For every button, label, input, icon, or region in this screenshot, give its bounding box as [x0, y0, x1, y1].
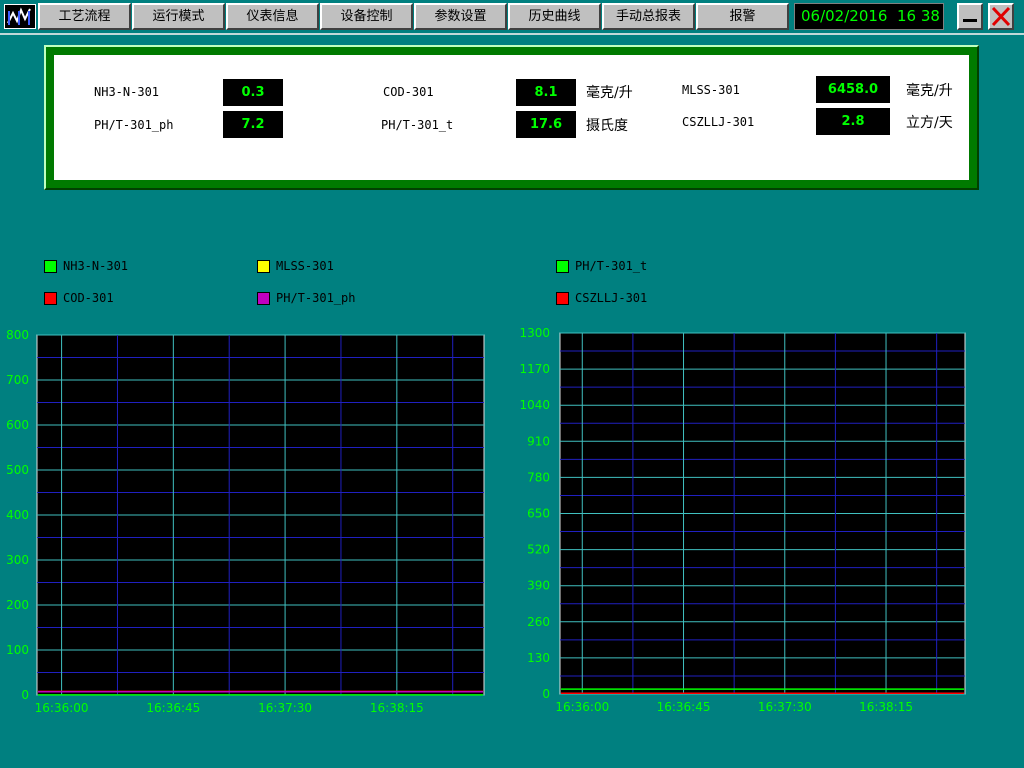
legend-label: CSZLLJ-301	[575, 291, 648, 305]
legend-item: NH3-N-301	[44, 259, 128, 273]
reading-value: 2.8	[816, 108, 890, 135]
y-tick-label: 400	[6, 508, 29, 522]
toolbar-divider	[0, 33, 1024, 35]
top-toolbar: 工艺流程 运行模式 仪表信息 设备控制 参数设置 历史曲线 手动总报表 报警 0…	[0, 0, 1024, 34]
x-tick-label: 16:38:15	[370, 701, 424, 715]
legend-swatch	[556, 291, 569, 305]
legend-label: PH/T-301_t	[575, 259, 648, 273]
legend-item: CSZLLJ-301	[556, 291, 647, 305]
y-tick-label: 600	[6, 418, 29, 432]
legend-swatch	[44, 259, 57, 273]
legend-item: PH/T-301_t	[556, 259, 647, 273]
reading-label: MLSS-301	[682, 83, 740, 97]
legend-label: COD-301	[63, 291, 114, 305]
reading-label: CSZLLJ-301	[682, 115, 755, 129]
y-tick-label: 700	[6, 373, 29, 387]
menu-process-flow[interactable]: 工艺流程	[38, 3, 131, 30]
reading-unit: 毫克/升	[906, 83, 953, 99]
legend-swatch	[257, 291, 270, 305]
reading-unit: 立方/天	[906, 115, 953, 131]
y-tick-label: 1300	[519, 326, 550, 340]
y-tick-label: 100	[6, 643, 29, 657]
legend-label: PH/T-301_ph	[276, 291, 356, 305]
x-tick-label: 16:36:00	[35, 701, 89, 715]
legend-label: NH3-N-301	[63, 259, 129, 273]
reading-label: NH3-N-301	[94, 85, 160, 99]
clock-date: 06/02/2016	[801, 7, 888, 25]
menu-param-settings[interactable]: 参数设置	[414, 3, 507, 30]
y-tick-label: 130	[527, 651, 550, 665]
y-tick-label: 800	[6, 328, 29, 342]
y-tick-label: 1170	[519, 362, 550, 376]
legend-label: MLSS-301	[276, 259, 334, 273]
reading-value: 0.3	[223, 79, 283, 106]
y-tick-label: 260	[527, 615, 550, 629]
minimize-button[interactable]	[957, 3, 983, 30]
trend-chart-left[interactable]: 0 100 200 300 400 500 600 700 800 16:36:00 16:36:4…	[0, 325, 500, 725]
y-tick-label: 0	[542, 687, 550, 701]
y-tick-label: 300	[6, 553, 29, 567]
y-tick-label: 390	[527, 579, 550, 593]
y-tick-label: 650	[527, 507, 550, 521]
x-tick-label: 16:37:30	[258, 701, 312, 715]
reading-label: PH/T-301_t	[381, 118, 454, 132]
legend-item: MLSS-301	[257, 259, 334, 273]
close-icon	[991, 6, 1011, 27]
x-tick-label: 16:36:45	[657, 700, 711, 714]
y-tick-label: 780	[527, 470, 550, 484]
menu-run-mode[interactable]: 运行模式	[132, 3, 225, 30]
trend-chart-right[interactable]: 0 130 260 390 520 650 780 910 1040 1170 1300 16:36:…	[510, 325, 980, 725]
menu-manual-report[interactable]: 手动总报表	[602, 3, 695, 30]
y-tick-label: 1040	[519, 398, 550, 412]
y-tick-label: 910	[527, 434, 550, 448]
reading-label: PH/T-301_ph	[94, 118, 174, 132]
legend-swatch	[44, 291, 57, 305]
close-button[interactable]	[988, 3, 1014, 30]
x-tick-label: 16:36:00	[555, 700, 609, 714]
readings-panel: NH3-N-301 0.3 PH/T-301_ph 7.2 COD-301 8.…	[44, 45, 979, 190]
legend-swatch	[556, 259, 569, 273]
legend-item: COD-301	[44, 291, 114, 305]
menu-alarm[interactable]: 报警	[696, 3, 789, 30]
chart-logo-icon[interactable]	[4, 4, 36, 29]
x-tick-label: 16:37:30	[758, 700, 812, 714]
legend-item: PH/T-301_ph	[257, 291, 355, 305]
date-time-display: 06/02/2016 16 38	[794, 3, 944, 30]
reading-value: 6458.0	[816, 76, 890, 103]
y-tick-label: 200	[6, 598, 29, 612]
reading-label: COD-301	[383, 85, 434, 99]
x-tick-label: 16:38:15	[859, 700, 913, 714]
reading-value: 8.1	[516, 79, 576, 106]
minimize-icon	[963, 19, 977, 22]
legend-swatch	[257, 259, 270, 273]
reading-value: 17.6	[516, 111, 576, 138]
readings-panel-body: NH3-N-301 0.3 PH/T-301_ph 7.2 COD-301 8.…	[54, 55, 969, 180]
reading-unit: 摄氏度	[586, 118, 628, 134]
menu-device-control[interactable]: 设备控制	[320, 3, 413, 30]
chart-svg: 0 130 260 390 520 650 780 910 1040 1170 1300 16:36:…	[519, 326, 966, 714]
menu-history-curve[interactable]: 历史曲线	[508, 3, 601, 30]
x-tick-label: 16:36:45	[146, 701, 200, 715]
chart-svg: 0 100 200 300 400 500 600 700 800 16:36:00 16:36:4…	[6, 328, 485, 715]
reading-unit: 毫克/升	[586, 85, 633, 101]
menu-meter-info[interactable]: 仪表信息	[226, 3, 319, 30]
y-tick-label: 520	[527, 543, 550, 557]
y-tick-label: 0	[21, 688, 29, 702]
y-tick-label: 500	[6, 463, 29, 477]
clock-time: 16 38	[897, 7, 940, 25]
reading-value: 7.2	[223, 111, 283, 138]
